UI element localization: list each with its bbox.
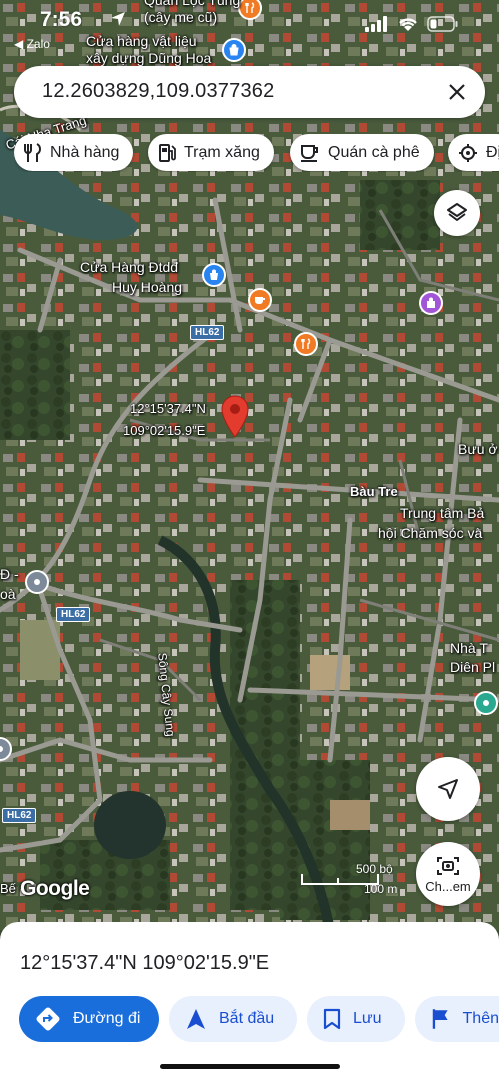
map-label: Diên Pl — [450, 659, 496, 675]
status-time: 7:56 — [40, 8, 83, 31]
wifi-icon — [399, 18, 417, 31]
place-bottom-sheet[interactable]: 12°15'37.4"N 109°02'15.9"E Đường đi Bắt … — [0, 922, 499, 1080]
my-location-button[interactable] — [416, 757, 480, 821]
shopping-bag-poi-icon[interactable] — [419, 291, 443, 315]
chip-coffee[interactable]: Quán cà phê — [290, 134, 434, 171]
chip-label: Đị — [486, 143, 499, 161]
chip-label: Quán cà phê — [328, 143, 420, 161]
place-poi-icon[interactable] — [474, 691, 498, 715]
cellular-signal-icon — [365, 16, 387, 32]
attraction-icon — [459, 143, 477, 162]
chip-restaurants[interactable]: Nhà hàng — [14, 134, 134, 171]
directions-icon — [36, 1007, 60, 1031]
camera-scan-icon — [437, 856, 459, 875]
map-label: Trung tâm Bả — [400, 505, 485, 521]
start-button[interactable]: Bắt đầu — [169, 996, 297, 1042]
map-label: hội Chăm sóc và — [378, 525, 483, 541]
add-label-button[interactable]: Thên — [415, 996, 499, 1042]
pin-coordinate-label: 12°15'37.4"N — [130, 401, 206, 416]
map-label: Huy Hoàng — [112, 279, 183, 295]
road-shield: HL62 — [2, 808, 37, 823]
coffee-cup-icon — [301, 144, 318, 162]
category-chips: Nhà hàng Trạm xăng Quán cà phê Đị — [14, 134, 499, 172]
bookmark-icon — [323, 1008, 341, 1030]
save-button[interactable]: Lưu — [307, 996, 405, 1042]
dropped-pin-icon[interactable] — [220, 394, 250, 438]
chip-gas-stations[interactable]: Trạm xăng — [148, 134, 274, 171]
navigation-arrow-icon — [187, 1009, 205, 1029]
place-poi-icon[interactable] — [25, 570, 49, 594]
flag-icon — [432, 1009, 448, 1029]
camera-search-button[interactable]: Ch...em — [416, 842, 480, 906]
map-label: Bế — [0, 881, 16, 896]
battery-icon — [427, 16, 458, 32]
map-label: Cửa Hàng Đtdđ — [80, 259, 179, 275]
chip-label: Nhà hàng — [50, 143, 120, 161]
navigation-arrow-icon — [438, 779, 458, 799]
google-logo: Google — [20, 877, 90, 900]
close-icon[interactable] — [443, 78, 471, 106]
chip-attractions[interactable]: Đị — [448, 134, 499, 171]
road-shield: HL62 — [190, 325, 225, 340]
camera-label: Ch...em — [425, 878, 471, 894]
map-label: oà — [0, 586, 16, 602]
action-label: Thên — [462, 1010, 499, 1027]
cafe-poi-icon[interactable] — [248, 288, 272, 312]
layers-icon — [447, 203, 467, 221]
restaurant-poi-icon[interactable] — [294, 332, 318, 356]
map-label: xây dựng Dũng Hoa — [86, 50, 212, 66]
fork-knife-icon — [24, 142, 41, 162]
back-to-app-link[interactable]: ◀ Zalo — [14, 37, 50, 51]
action-label: Bắt đầu — [219, 1010, 275, 1027]
map-label: Nhà T — [450, 640, 488, 656]
home-indicator — [160, 1064, 340, 1069]
map-scale: 500 bộ 100 m — [300, 862, 420, 898]
road-shield: HL62 — [56, 607, 91, 622]
place-coordinates: 12°15'37.4"N 109°02'15.9"E — [20, 952, 270, 974]
shopping-poi-icon[interactable] — [202, 263, 226, 287]
map-label: Bưu ở — [458, 441, 498, 457]
map-label: Đ - — [0, 566, 19, 582]
layers-button[interactable] — [434, 190, 480, 236]
status-bar: 7:56 ◀ Zalo — [0, 0, 499, 51]
search-input[interactable]: 12.2603829,109.0377362 — [42, 80, 274, 103]
action-label: Lưu — [353, 1010, 382, 1027]
shopping-poi-icon[interactable] — [222, 38, 246, 62]
pin-coordinate-label: 109°02'15.9"E — [123, 423, 206, 438]
gas-station-icon — [159, 143, 176, 162]
location-arrow-icon — [111, 12, 125, 26]
chip-label: Trạm xăng — [184, 143, 260, 161]
search-bar[interactable]: 12.2603829,109.0377362 — [14, 66, 485, 118]
map-label: Bàu Tre — [350, 484, 398, 499]
directions-button[interactable]: Đường đi — [19, 996, 159, 1042]
action-label: Đường đi — [73, 1010, 141, 1027]
